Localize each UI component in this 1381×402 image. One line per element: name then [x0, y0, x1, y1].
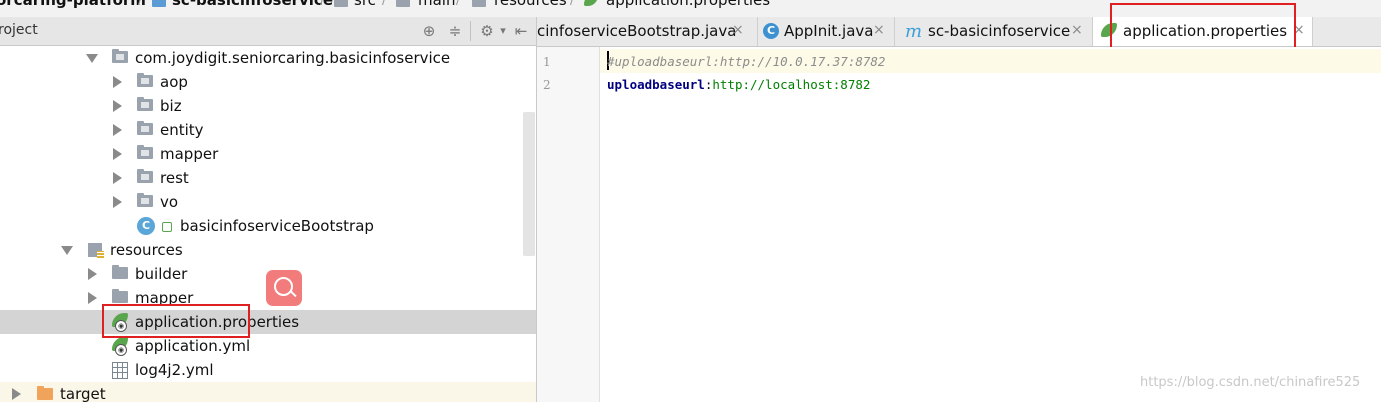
tree-row-vo[interactable]: vo [0, 190, 536, 214]
maven-icon: m [905, 21, 923, 42]
line-number: 1 [543, 55, 551, 69]
resources-folder-icon [88, 243, 104, 258]
code-editor[interactable]: #uploadbaseurl:http://10.0.17.37:8782 up… [600, 47, 1381, 402]
tree-row-application-properties[interactable]: ◉ application.properties [0, 310, 536, 334]
collapse-arrow-icon[interactable] [88, 268, 97, 280]
tab-label: cinfoserviceBootstrap.java [537, 22, 737, 40]
code-line-2[interactable]: uploadbaseurl:http://localhost:8782 [607, 77, 870, 92]
breadcrumb-separator: / [570, 0, 575, 8]
folder-icon [112, 265, 128, 279]
breadcrumb-src[interactable]: src [354, 0, 376, 9]
close-icon[interactable]: × [1071, 22, 1083, 38]
property-value: http://localhost:8782 [712, 77, 871, 92]
tree-row-bootstrap-class[interactable]: C basicinfoserviceBootstrap [0, 214, 536, 238]
line-number: 2 [543, 78, 551, 92]
tree-row-biz[interactable]: biz [0, 94, 536, 118]
tree-item-label: vo [160, 193, 179, 211]
highlight-box-tree [102, 304, 250, 338]
breadcrumb-separator: / [320, 0, 325, 8]
tree-scrollbar[interactable] [523, 112, 535, 256]
tree-row-resources[interactable]: resources [0, 238, 536, 262]
tree-row-package[interactable]: com.joydigit.seniorcaring.basicinfoservi… [0, 46, 536, 70]
close-icon[interactable]: × [732, 22, 744, 38]
tree-row-aop[interactable]: aop [0, 70, 536, 94]
code-line-1[interactable]: #uploadbaseurl:http://10.0.17.37:8782 [607, 54, 885, 69]
breadcrumb-separator: / [138, 0, 143, 8]
package-folder-icon [137, 169, 153, 183]
spring-boot-class-icon: C [137, 217, 155, 235]
toolbar-separator [470, 21, 471, 41]
collapse-arrow-icon[interactable] [113, 124, 122, 136]
lock-icon [162, 222, 172, 232]
package-folder-icon [137, 193, 153, 207]
project-tree[interactable]: com.joydigit.seniorcaring.basicinfoservi… [0, 46, 536, 402]
package-folder-icon [137, 73, 153, 87]
tab-label: sc-basicinfoservice [928, 22, 1071, 40]
property-key: uploadbaseurl [607, 77, 705, 92]
class-icon: C [763, 23, 779, 39]
search-icon[interactable] [266, 270, 302, 306]
tree-item-label: rest [160, 169, 189, 187]
expand-arrow-icon[interactable] [61, 246, 73, 255]
folder-icon [334, 0, 348, 7]
hide-panel-icon[interactable]: ⇤ [512, 22, 530, 40]
tree-item-label: resources [110, 241, 183, 259]
module-icon [152, 0, 166, 7]
project-tool-header: roject ⊕ ≑ ⚙ ▾ ⇤ [0, 17, 536, 46]
tree-item-label: log4j2.yml [135, 361, 214, 379]
tree-row-entity[interactable]: entity [0, 118, 536, 142]
line-number-gutter: 1 2 [537, 47, 600, 402]
breadcrumb-separator: / [456, 0, 461, 8]
package-folder-icon [137, 97, 153, 111]
tab-label: AppInit.java [784, 22, 874, 40]
locate-icon[interactable]: ⊕ [420, 22, 438, 40]
tree-row-log4j2[interactable]: log4j2.yml [0, 358, 536, 382]
grid-file-icon [112, 362, 128, 379]
collapse-all-icon[interactable]: ≑ [446, 22, 464, 40]
tree-item-label: biz [160, 97, 182, 115]
tree-item-label: target [60, 385, 106, 402]
tree-item-label: mapper [160, 145, 219, 163]
tree-item-label: aop [160, 73, 188, 91]
tree-row-rest[interactable]: rest [0, 166, 536, 190]
tree-item-label: application.yml [135, 337, 251, 355]
collapse-arrow-icon[interactable] [88, 292, 97, 304]
breadcrumb-separator: / [382, 0, 387, 8]
folder-icon [112, 289, 128, 303]
breadcrumb-main[interactable]: main [418, 0, 455, 9]
collapse-arrow-icon[interactable] [113, 148, 122, 160]
collapse-arrow-icon[interactable] [113, 76, 122, 88]
tree-item-label: builder [135, 265, 188, 283]
collapse-arrow-icon[interactable] [113, 100, 122, 112]
breadcrumb-module[interactable]: sc-basicinfoservice [172, 0, 333, 9]
breadcrumb-project[interactable]: orcaring-platform [0, 0, 146, 9]
collapse-arrow-icon[interactable] [113, 196, 122, 208]
tree-row-mapper[interactable]: mapper [0, 142, 536, 166]
collapse-arrow-icon[interactable] [12, 388, 21, 400]
tree-item-label: entity [160, 121, 204, 139]
folder-icon [396, 0, 410, 7]
tree-item-label: basicinfoserviceBootstrap [180, 217, 374, 235]
package-folder-icon [137, 145, 153, 159]
tab-maven-module[interactable]: m sc-basicinfoservice × [895, 17, 1093, 46]
breadcrumb-resources[interactable]: resources [494, 0, 567, 9]
tab-appinit-java[interactable]: C AppInit.java × [758, 17, 895, 46]
collapse-arrow-icon[interactable] [113, 172, 122, 184]
close-icon[interactable]: × [873, 22, 885, 38]
package-folder-icon [112, 49, 128, 63]
breadcrumb-file[interactable]: application.properties [606, 0, 770, 9]
excluded-folder-icon [37, 386, 53, 400]
expand-arrow-icon[interactable] [86, 54, 98, 63]
spring-yml-icon: ◉ [112, 337, 130, 356]
tab-bootstrap-java[interactable]: cinfoserviceBootstrap.java × [537, 17, 758, 46]
tree-row-target[interactable]: target [0, 382, 536, 402]
watermark-text: https://blog.csdn.net/chinafire525 [1140, 375, 1361, 390]
spring-leaf-icon [584, 0, 598, 6]
package-folder-icon [137, 121, 153, 135]
gear-dropdown-icon[interactable]: ▾ [494, 22, 512, 40]
project-panel-title[interactable]: roject [0, 22, 38, 38]
resources-folder-icon [472, 0, 486, 7]
tree-item-label: com.joydigit.seniorcaring.basicinfoservi… [135, 49, 451, 67]
tree-row-application-yml[interactable]: ◉ application.yml [0, 334, 536, 358]
